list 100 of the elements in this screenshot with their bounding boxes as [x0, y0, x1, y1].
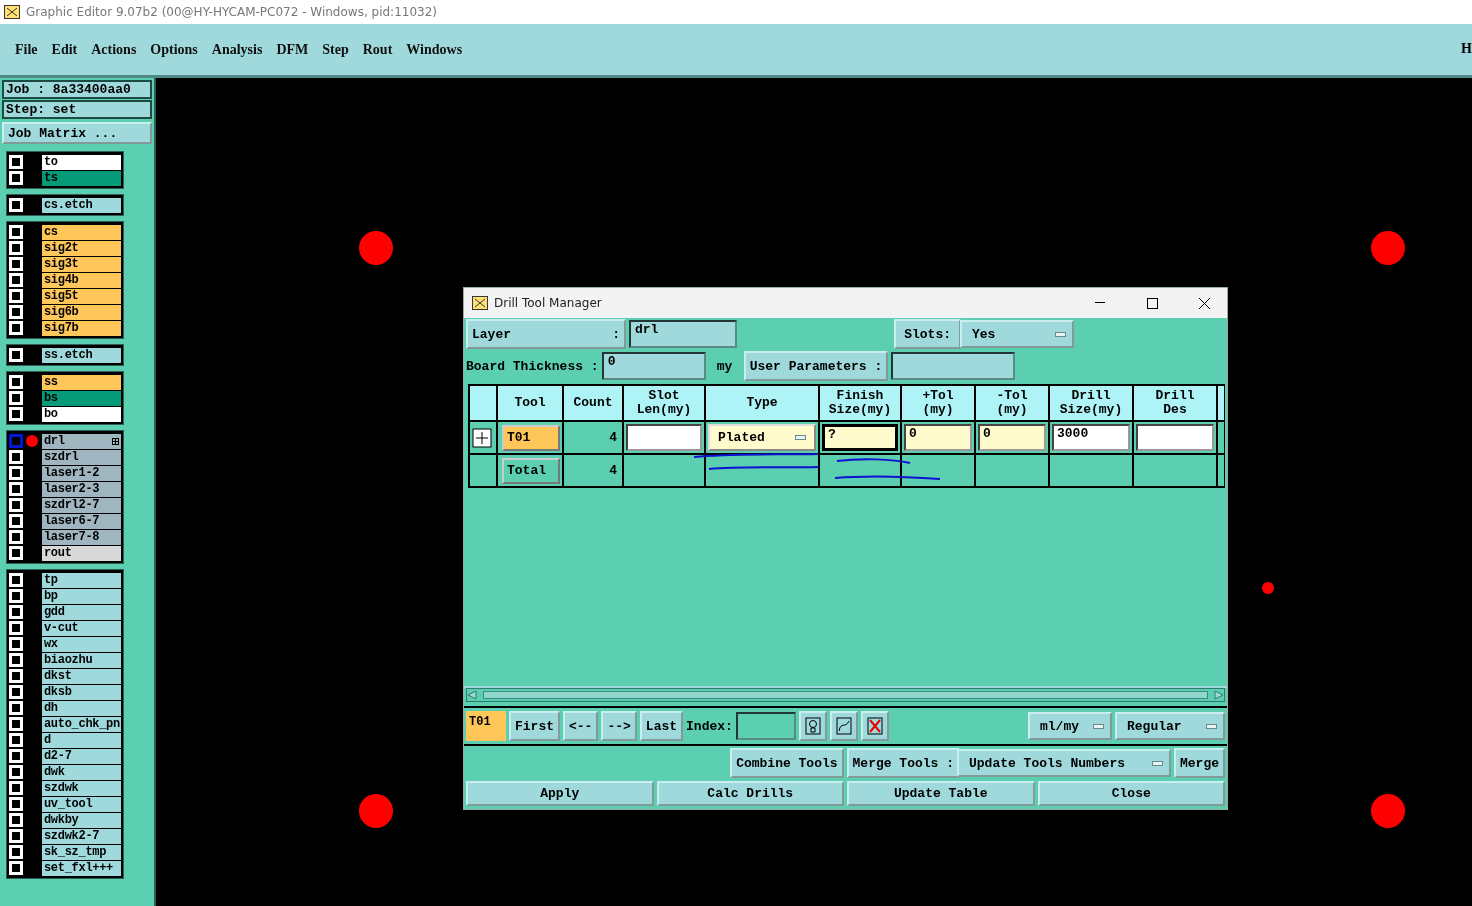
menu-item[interactable]: DFM: [273, 41, 312, 58]
slots-dropdown[interactable]: Yes: [960, 320, 1074, 348]
layer-name[interactable]: sk_sz_tmp: [41, 844, 121, 860]
layer-name[interactable]: bo: [41, 406, 121, 422]
layer-name[interactable]: wx: [41, 636, 121, 652]
layer-name[interactable]: szdwk: [41, 780, 121, 796]
layer-checkbox[interactable]: [9, 434, 23, 448]
type-dropdown[interactable]: Plated: [708, 424, 816, 451]
column-header: Type: [706, 386, 818, 420]
layer-name[interactable]: sig7b: [41, 320, 121, 336]
menu-item[interactable]: Edit: [48, 41, 81, 58]
layer-name[interactable]: sig4b: [41, 272, 121, 288]
menu-item[interactable]: Windows: [403, 41, 466, 58]
layer-name[interactable]: uv_tool: [41, 796, 121, 812]
close-icon[interactable]: [1198, 297, 1210, 309]
nav-button[interactable]: <--: [563, 711, 599, 741]
action-button[interactable]: Close: [1037, 781, 1225, 806]
column-header: Tool: [498, 386, 562, 420]
layer-name[interactable]: rout: [41, 545, 121, 561]
board-thickness-field[interactable]: 0: [601, 352, 706, 380]
layer-name[interactable]: dwkby: [41, 812, 121, 828]
tool-icon-button[interactable]: [798, 711, 827, 741]
menu-item[interactable]: H: [1461, 41, 1472, 57]
input-field[interactable]: 0: [978, 424, 1046, 451]
maximize-icon[interactable]: [1146, 297, 1158, 309]
input-field[interactable]: ?: [822, 424, 898, 451]
layer-name[interactable]: ss.etch: [41, 347, 121, 363]
nav-button[interactable]: First: [509, 711, 560, 741]
layer-name[interactable]: szdwk2-7: [41, 828, 121, 844]
nav-button[interactable]: Last: [639, 711, 684, 741]
tool-button[interactable]: T01: [502, 424, 560, 451]
dialog-title: Drill Tool Manager: [494, 296, 603, 310]
layer-name[interactable]: set_fxl+++: [41, 860, 121, 876]
action-button[interactable]: Update Table: [847, 781, 1035, 806]
job-matrix-button[interactable]: Job Matrix ...: [2, 122, 152, 144]
layer-name[interactable]: laser1-2: [41, 465, 121, 481]
layer-name[interactable]: biaozhu: [41, 652, 121, 668]
menu-item[interactable]: Actions: [88, 41, 140, 58]
column-header: Slot Len(my): [624, 386, 704, 420]
layer-name[interactable]: ss: [41, 374, 121, 390]
layer-field[interactable]: drl: [629, 320, 737, 348]
layer-name[interactable]: laser2-3: [41, 481, 121, 497]
unit-label: my: [715, 358, 734, 374]
layer-name[interactable]: v-cut: [41, 620, 121, 636]
pad-shape: [1262, 582, 1274, 594]
layer-name[interactable]: sig3t: [41, 256, 121, 272]
layer-name[interactable]: drl: [41, 433, 121, 449]
layer-name[interactable]: ts: [41, 170, 121, 186]
layer-name[interactable]: cs: [41, 224, 121, 240]
layer-name[interactable]: bs: [41, 390, 121, 406]
menu-item[interactable]: Rout: [359, 41, 396, 58]
input-field[interactable]: 0: [904, 424, 972, 451]
layer-name[interactable]: gdd: [41, 604, 121, 620]
job-label: Job : 8a33400aa0: [2, 80, 152, 99]
merge-tools-label: Merge Tools :: [846, 748, 960, 778]
menu-item[interactable]: Step: [319, 41, 352, 58]
units-dropdown[interactable]: ml/my: [1028, 712, 1112, 740]
layer-name[interactable]: d: [41, 732, 121, 748]
tool-icon-button[interactable]: [829, 711, 858, 741]
user-parameters-field[interactable]: [891, 352, 1016, 380]
menu-item[interactable]: File: [12, 41, 41, 58]
action-button[interactable]: Apply: [466, 781, 654, 806]
layer-name[interactable]: szdrl: [41, 449, 121, 465]
layer-name[interactable]: d2-7: [41, 748, 121, 764]
input-field[interactable]: 3000: [1052, 424, 1130, 451]
menu-item[interactable]: Analysis: [208, 41, 266, 58]
tool-button[interactable]: Total: [502, 457, 560, 484]
index-field[interactable]: [735, 712, 796, 740]
pad-shape: [1371, 231, 1405, 265]
layer-name[interactable]: dkst: [41, 668, 121, 684]
layer-name[interactable]: sig6b: [41, 304, 121, 320]
layer-name[interactable]: sig5t: [41, 288, 121, 304]
layer-name[interactable]: laser6-7: [41, 513, 121, 529]
right-arrow-icon[interactable]: [1214, 690, 1224, 700]
layer-name[interactable]: auto_chk_pn: [41, 716, 121, 732]
expand-icon[interactable]: [472, 427, 492, 448]
left-arrow-icon[interactable]: [467, 690, 477, 700]
layer-name[interactable]: szdrl2-7: [41, 497, 121, 513]
action-button[interactable]: Calc Drills: [656, 781, 844, 806]
table-cell: [1218, 455, 1224, 486]
combine-tools-button[interactable]: Combine Tools: [730, 748, 844, 778]
layer-name[interactable]: cs.etch: [41, 197, 121, 213]
layer-name[interactable]: bp: [41, 588, 121, 604]
slots-label: Slots:: [894, 319, 961, 349]
minimize-icon[interactable]: [1095, 302, 1105, 304]
mode-dropdown[interactable]: Regular: [1115, 712, 1225, 740]
merge-button[interactable]: Merge: [1174, 748, 1225, 778]
nav-button[interactable]: -->: [601, 711, 637, 741]
user-parameters-button[interactable]: User Parameters :: [743, 351, 889, 381]
horizontal-scrollbar[interactable]: [466, 688, 1225, 702]
layer-name[interactable]: sig2t: [41, 240, 121, 256]
tool-icon-button[interactable]: [860, 711, 889, 741]
layer-name[interactable]: dksb: [41, 684, 121, 700]
menu-item[interactable]: Options: [147, 41, 201, 58]
layer-name[interactable]: laser7-8: [41, 529, 121, 545]
layer-name[interactable]: dh: [41, 700, 121, 716]
merge-option-dropdown[interactable]: Update Tools Numbers: [957, 749, 1171, 777]
layer-name[interactable]: tp: [41, 572, 121, 588]
layer-name[interactable]: to: [41, 154, 121, 170]
layer-name[interactable]: dwk: [41, 764, 121, 780]
